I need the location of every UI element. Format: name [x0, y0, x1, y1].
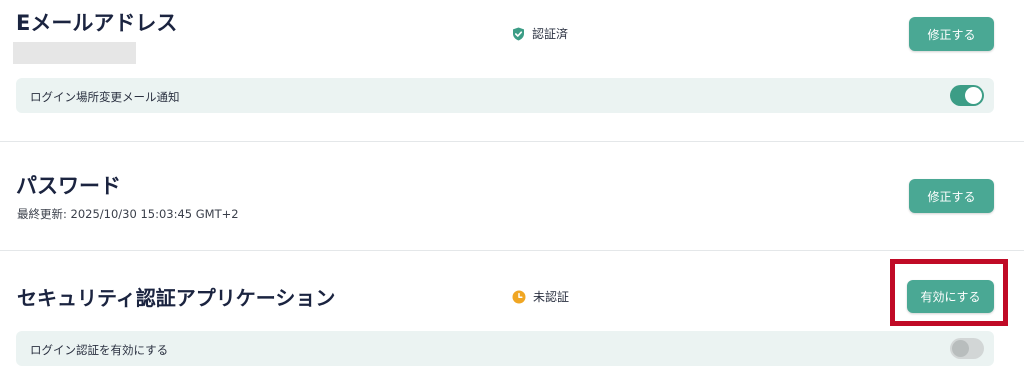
login-location-notify-row: ログイン場所変更メール通知: [16, 78, 994, 113]
section-divider: [0, 250, 1024, 251]
password-section-title: パスワード: [16, 174, 121, 198]
edit-password-button[interactable]: 修正する: [909, 179, 994, 213]
security-settings: Eメールアドレス 認証済 修正する ログイン場所変更メール通知 パスワード 最終…: [0, 0, 1024, 378]
shield-check-icon: [512, 27, 525, 41]
enable-authenticator-button[interactable]: 有効にする: [907, 280, 994, 313]
authenticator-section-title: セキュリティ認証アプリケーション: [17, 286, 336, 310]
password-last-updated: 最終更新: 2025/10/30 15:03:45 GMT+2: [17, 207, 239, 221]
masked-email-value: [13, 42, 136, 64]
login-auth-label: ログイン認証を有効にする: [30, 343, 169, 357]
login-auth-toggle[interactable]: [950, 338, 984, 359]
toggle-knob: [952, 340, 969, 357]
edit-email-button[interactable]: 修正する: [909, 17, 994, 51]
email-verified-status: 認証済: [512, 25, 568, 42]
section-divider: [0, 141, 1024, 142]
login-auth-row: ログイン認証を有効にする: [16, 331, 994, 366]
toggle-knob: [965, 87, 982, 104]
authenticator-status-label: 未認証: [533, 290, 570, 304]
email-section-title: Eメールアドレス: [16, 11, 178, 35]
clock-icon: [512, 290, 526, 304]
login-location-notify-label: ログイン場所変更メール通知: [30, 90, 180, 104]
authenticator-unverified-status: 未認証: [512, 288, 569, 305]
login-location-notify-toggle[interactable]: [950, 85, 984, 106]
email-status-label: 認証済: [532, 27, 569, 41]
